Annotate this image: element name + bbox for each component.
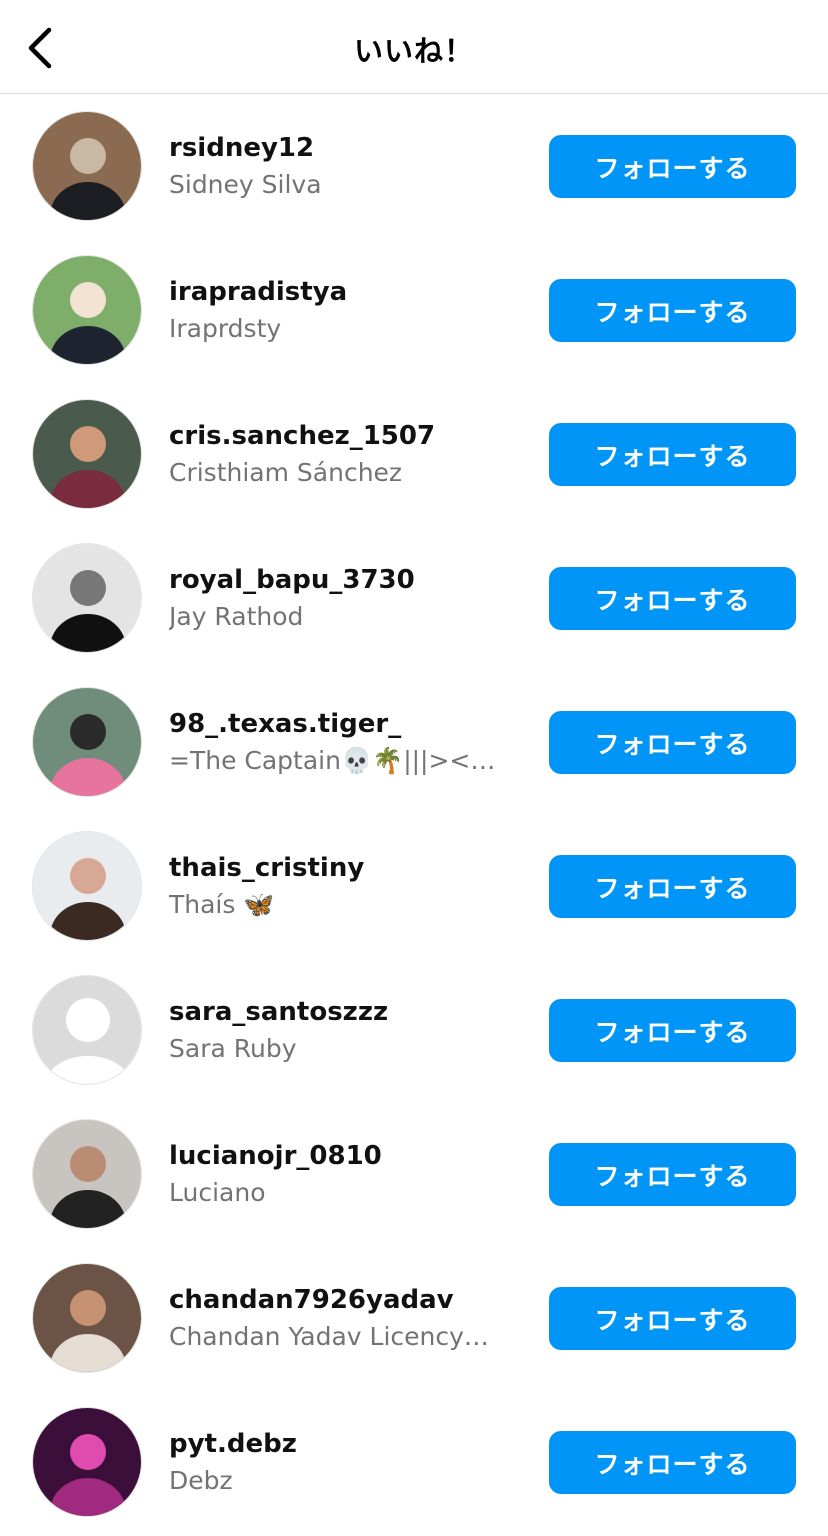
follow-button[interactable]: フォローする <box>549 1143 796 1206</box>
user-names: 98_.texas.tiger_ =The Captain💀🌴|||><… <box>169 707 509 779</box>
profile-photo <box>33 112 141 220</box>
list-item[interactable]: sara_santoszzz Sara Ruby フォローする <box>0 958 828 1102</box>
avatar[interactable] <box>32 111 142 221</box>
follow-button[interactable]: フォローする <box>549 999 796 1062</box>
username[interactable]: royal_bapu_3730 <box>169 563 509 597</box>
header-bar: いいね！ <box>0 0 828 94</box>
username[interactable]: lucianojr_0810 <box>169 1139 509 1173</box>
avatar[interactable] <box>32 399 142 509</box>
user-names: rsidney12 Sidney Silva <box>169 131 509 203</box>
username[interactable]: rsidney12 <box>169 131 509 165</box>
list-item[interactable]: 98_.texas.tiger_ =The Captain💀🌴|||><… フォロー… <box>0 670 828 814</box>
full-name: Cristhiam Sánchez <box>169 458 403 487</box>
profile-photo <box>33 832 141 940</box>
user-names: thais_cristiny Thaís 🦋 <box>169 851 509 923</box>
user-names: cris.sanchez_1507 Cristhiam Sánchez <box>169 419 509 491</box>
username[interactable]: chandan7926yadav <box>169 1283 509 1317</box>
follow-button[interactable]: フォローする <box>549 279 796 342</box>
list-item[interactable]: thais_cristiny Thaís 🦋 フォローする <box>0 814 828 958</box>
full-name: Sara Ruby <box>169 1034 297 1063</box>
list-item[interactable]: chandan7926yadav Chandan Yadav Licency… フォ… <box>0 1246 828 1390</box>
full-name: =The Captain💀🌴|||><… <box>169 746 496 775</box>
follow-button[interactable]: フォローする <box>549 567 796 630</box>
default-avatar-icon <box>33 976 141 1084</box>
follow-button[interactable]: フォローする <box>549 855 796 918</box>
follow-button[interactable]: フォローする <box>549 135 796 198</box>
full-name: Jay Rathod <box>169 602 304 631</box>
username[interactable]: 98_.texas.tiger_ <box>169 707 509 741</box>
username[interactable]: irapradistya <box>169 275 509 309</box>
avatar[interactable] <box>32 831 142 941</box>
avatar[interactable] <box>32 1119 142 1229</box>
avatar[interactable] <box>32 1263 142 1373</box>
username[interactable]: thais_cristiny <box>169 851 509 885</box>
avatar[interactable] <box>32 255 142 365</box>
profile-photo <box>33 400 141 508</box>
follow-button[interactable]: フォローする <box>549 423 796 486</box>
follow-button[interactable]: フォローする <box>549 1431 796 1494</box>
user-names: chandan7926yadav Chandan Yadav Licency… <box>169 1283 509 1355</box>
user-names: pyt.debz Debz <box>169 1427 509 1499</box>
full-name: Iraprdsty <box>169 314 282 343</box>
user-names: royal_bapu_3730 Jay Rathod <box>169 563 509 635</box>
full-name: Sidney Silva <box>169 170 322 199</box>
username[interactable]: pyt.debz <box>169 1427 509 1461</box>
profile-photo <box>33 256 141 364</box>
profile-photo <box>33 688 141 796</box>
likes-list: rsidney12 Sidney Silva フォローする irapradistya I… <box>0 94 828 1534</box>
full-name: Chandan Yadav Licency… <box>169 1322 489 1351</box>
username[interactable]: sara_santoszzz <box>169 995 509 1029</box>
list-item[interactable]: cris.sanchez_1507 Cristhiam Sánchez フォローする <box>0 382 828 526</box>
full-name: Thaís 🦋 <box>169 890 275 919</box>
profile-photo <box>33 1264 141 1372</box>
profile-photo <box>33 1408 141 1516</box>
avatar[interactable] <box>32 687 142 797</box>
profile-photo <box>33 544 141 652</box>
avatar[interactable] <box>32 975 142 1085</box>
list-item[interactable]: irapradistya Iraprdsty フォローする <box>0 238 828 382</box>
user-names: sara_santoszzz Sara Ruby <box>169 995 509 1067</box>
avatar[interactable] <box>32 1407 142 1517</box>
profile-photo <box>33 1120 141 1228</box>
user-names: irapradistya Iraprdsty <box>169 275 509 347</box>
full-name: Luciano <box>169 1178 266 1207</box>
list-item[interactable]: rsidney12 Sidney Silva フォローする <box>0 94 828 238</box>
list-item[interactable]: royal_bapu_3730 Jay Rathod フォローする <box>0 526 828 670</box>
follow-button[interactable]: フォローする <box>549 1287 796 1350</box>
page-title: いいね！ <box>353 34 474 68</box>
user-names: lucianojr_0810 Luciano <box>169 1139 509 1211</box>
list-item[interactable]: pyt.debz Debz フォローする <box>0 1390 828 1534</box>
list-item[interactable]: lucianojr_0810 Luciano フォローする <box>0 1102 828 1246</box>
avatar[interactable] <box>32 543 142 653</box>
username[interactable]: cris.sanchez_1507 <box>169 419 509 453</box>
full-name: Debz <box>169 1466 233 1495</box>
follow-button[interactable]: フォローする <box>549 711 796 774</box>
